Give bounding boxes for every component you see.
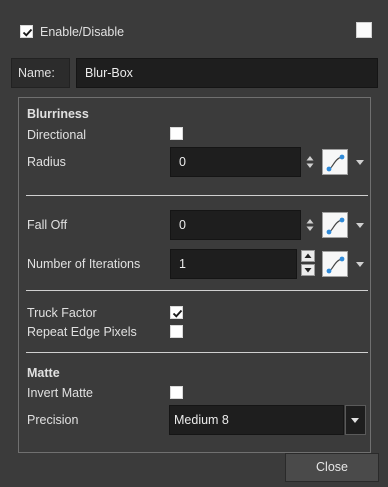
close-button[interactable]: Close (285, 453, 379, 482)
name-input[interactable]: Blur-Box (76, 58, 378, 88)
separator-2 (26, 290, 368, 291)
iterations-up-button[interactable] (301, 250, 315, 262)
falloff-input[interactable]: 0 (170, 210, 301, 240)
arrow-up-icon (304, 253, 312, 258)
directional-checkbox[interactable] (170, 127, 183, 140)
precision-select[interactable]: Medium 8 (169, 405, 344, 435)
radius-function-curve-icon[interactable] (322, 149, 348, 175)
separator-1 (26, 195, 368, 196)
matte-title: Matte (27, 366, 60, 380)
falloff-updown-icon[interactable] (305, 217, 315, 233)
truck-factor-checkbox[interactable] (170, 306, 183, 319)
truck-factor-label: Truck Factor (27, 306, 97, 320)
iterations-label: Number of Iterations (27, 257, 141, 271)
checkmark-icon (172, 309, 183, 318)
invert-matte-label: Invert Matte (27, 386, 93, 400)
blurriness-title: Blurriness (27, 107, 89, 121)
iterations-down-button[interactable] (301, 264, 315, 276)
repeat-edge-label: Repeat Edge Pixels (27, 325, 137, 339)
falloff-chevron-down-icon[interactable] (356, 223, 364, 228)
radius-chevron-down-icon[interactable] (356, 160, 364, 165)
color-swatch[interactable] (356, 22, 372, 38)
invert-matte-checkbox[interactable] (170, 386, 183, 399)
radius-label: Radius (27, 155, 66, 169)
repeat-edge-checkbox[interactable] (170, 325, 183, 338)
iterations-input[interactable]: 1 (170, 249, 297, 279)
checkmark-icon (22, 28, 33, 37)
name-label: Name: (18, 66, 55, 80)
arrow-down-icon (304, 268, 312, 273)
directional-label: Directional (27, 128, 87, 142)
separator-3 (26, 352, 368, 353)
name-label-box: Name: (11, 58, 70, 88)
falloff-function-curve-icon[interactable] (322, 212, 348, 238)
enable-checkbox[interactable] (20, 25, 33, 38)
precision-label: Precision (27, 413, 79, 427)
radius-input[interactable]: 0 (170, 147, 301, 177)
iterations-chevron-down-icon[interactable] (356, 262, 364, 267)
falloff-label: Fall Off (27, 218, 68, 232)
enable-label: Enable/Disable (40, 25, 125, 39)
iterations-function-curve-icon[interactable] (322, 251, 348, 277)
precision-dropdown-button[interactable] (345, 405, 366, 435)
chevron-down-icon (351, 418, 359, 423)
radius-updown-icon[interactable] (305, 154, 315, 170)
